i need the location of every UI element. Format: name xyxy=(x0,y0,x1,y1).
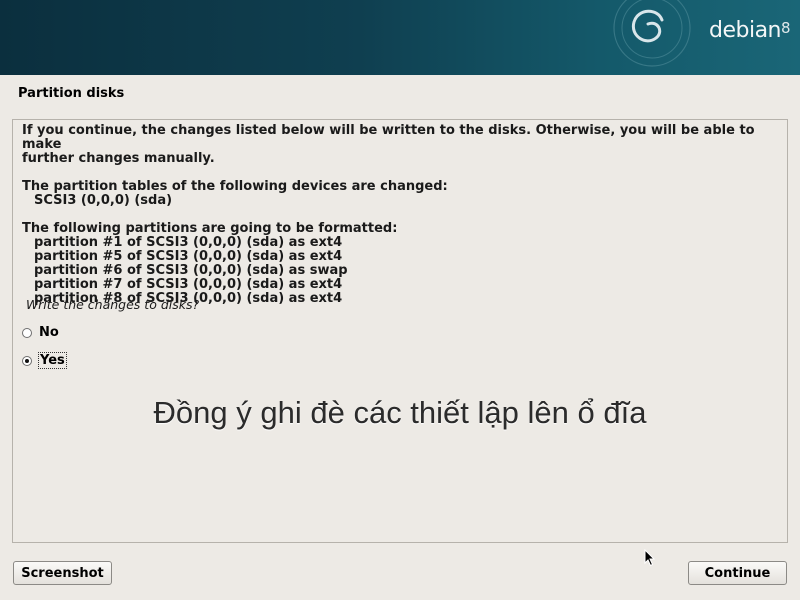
option-no[interactable]: No xyxy=(22,325,60,340)
brand-name: debian xyxy=(709,18,782,43)
installer-header: debian8 xyxy=(0,0,800,75)
partition-item: partition #1 of SCSI3 (0,0,0) (sda) as e… xyxy=(34,235,343,250)
screenshot-button[interactable]: Screenshot xyxy=(13,561,112,585)
partition-item: partition #5 of SCSI3 (0,0,0) (sda) as e… xyxy=(34,249,343,264)
debian-logo: debian8 xyxy=(709,18,791,43)
write-changes-question: Write the changes to disks? xyxy=(26,297,200,312)
option-yes[interactable]: Yes xyxy=(22,352,67,369)
tables-heading: The partition tables of the following de… xyxy=(22,179,448,194)
page-title: Partition disks xyxy=(18,86,125,101)
partition-item: partition #7 of SCSI3 (0,0,0) (sda) as e… xyxy=(34,277,343,292)
brand-version: 8 xyxy=(781,19,791,37)
option-yes-label[interactable]: Yes xyxy=(38,352,67,369)
caption-overlay: Đồng ý ghi đè các thiết lập lên ổ đĩa xyxy=(153,395,647,430)
message-line-1: If you continue, the changes listed belo… xyxy=(22,123,755,152)
format-heading: The following partitions are going to be… xyxy=(22,221,398,236)
option-no-label[interactable]: No xyxy=(38,325,60,340)
confirmation-message: If you continue, the changes listed belo… xyxy=(22,124,782,306)
radio-yes[interactable] xyxy=(22,355,32,366)
continue-button[interactable]: Continue xyxy=(688,561,787,585)
device-item: SCSI3 (0,0,0) (sda) xyxy=(34,193,173,208)
message-line-2: further changes manually. xyxy=(22,151,215,166)
debian-swirl-icon xyxy=(613,0,691,67)
mouse-pointer-icon xyxy=(644,549,656,567)
partition-item: partition #6 of SCSI3 (0,0,0) (sda) as s… xyxy=(34,263,348,278)
radio-no[interactable] xyxy=(22,327,32,338)
